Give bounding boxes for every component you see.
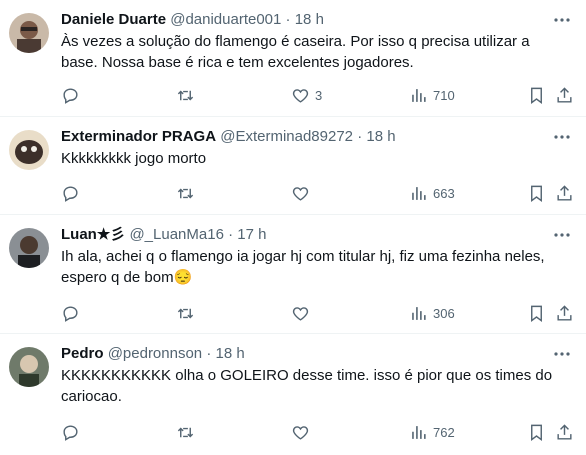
retweet-icon — [177, 188, 194, 198]
like-button[interactable] — [291, 420, 315, 444]
retweet-icon — [177, 427, 194, 437]
reply-button[interactable] — [61, 420, 80, 444]
reply-icon — [63, 87, 78, 104]
user-handle[interactable]: @pedronnson — [108, 345, 202, 362]
bookmark-button[interactable] — [527, 420, 546, 444]
separator-dot: · — [228, 226, 234, 243]
reply-button[interactable] — [61, 301, 80, 325]
tweet-text: Kkkkkkkkk jogo morto — [61, 150, 207, 167]
display-name[interactable]: Exterminador PRAGA — [61, 128, 216, 145]
bookmark-button[interactable] — [527, 181, 546, 205]
share-icon — [557, 184, 572, 201]
share-button[interactable] — [555, 420, 574, 444]
reply-icon — [63, 305, 78, 322]
bookmark-icon — [531, 305, 542, 322]
more-icon[interactable] — [552, 344, 572, 364]
avatar[interactable] — [9, 13, 49, 53]
timestamp[interactable]: 18 h — [366, 128, 395, 145]
retweet-icon — [177, 308, 194, 318]
heart-icon — [292, 88, 309, 103]
share-icon — [557, 304, 572, 321]
display-name[interactable]: Daniele Duarte — [61, 11, 166, 28]
heart-icon — [292, 306, 309, 321]
retweet-button[interactable] — [176, 301, 195, 325]
avatar[interactable] — [9, 347, 49, 387]
action-bar: 762 — [61, 420, 572, 444]
avatar[interactable] — [9, 228, 49, 268]
reply-button[interactable] — [61, 83, 80, 107]
share-icon — [557, 423, 572, 440]
separator-dot: · — [285, 11, 291, 28]
tweet-text: KKKKKKKKKKK olha o GOLEIRO desse time. i… — [61, 367, 553, 405]
action-bar: 663 — [61, 181, 572, 205]
like-button[interactable] — [291, 181, 315, 205]
tweet-header: Exterminador PRAGA @Exterminad89272 · 18… — [61, 127, 546, 147]
reply-button[interactable] — [61, 181, 80, 205]
reply-icon — [63, 185, 78, 202]
tweet-text: Ih ala, achei q o flamengo ia jogar hj c… — [61, 248, 545, 286]
like-button[interactable] — [291, 301, 315, 325]
user-handle[interactable]: @Exterminad89272 — [220, 128, 353, 145]
views-icon — [412, 88, 426, 102]
separator-dot: · — [357, 128, 363, 145]
action-bar: 3 710 — [61, 83, 572, 107]
display-name[interactable]: Pedro — [61, 345, 104, 362]
views-count: 306 — [433, 305, 455, 321]
like-button[interactable]: 3 — [291, 83, 322, 107]
views-button[interactable]: 663 — [409, 181, 455, 205]
action-bar: 306 — [61, 301, 572, 325]
views-icon — [412, 306, 426, 320]
tweet-text: Às vezes a solução do flamengo é caseira… — [61, 33, 530, 71]
tweet[interactable]: Exterminador PRAGA @Exterminad89272 · 18… — [0, 117, 586, 215]
bookmark-icon — [531, 87, 542, 104]
more-icon[interactable] — [552, 127, 572, 147]
tweet[interactable]: Daniele Duarte @daniduarte001 · 18 h Às … — [0, 0, 586, 117]
share-button[interactable] — [555, 301, 574, 325]
share-icon — [557, 86, 572, 103]
bookmark-icon — [531, 424, 542, 441]
user-handle[interactable]: @daniduarte001 — [170, 11, 281, 28]
share-button[interactable] — [555, 181, 574, 205]
more-icon[interactable] — [552, 10, 572, 30]
views-button[interactable]: 762 — [409, 420, 455, 444]
views-icon — [412, 425, 426, 439]
tweet[interactable]: Luan★彡 @_LuanMa16 · 17 h Ih ala, achei q… — [0, 215, 586, 334]
retweet-icon — [177, 90, 194, 100]
share-button[interactable] — [555, 83, 574, 107]
views-button[interactable]: 306 — [409, 301, 455, 325]
timestamp[interactable]: 18 h — [216, 345, 245, 362]
views-count: 762 — [433, 424, 455, 440]
bookmark-icon — [531, 185, 542, 202]
tweet[interactable]: Pedro @pedronnson · 18 h KKKKKKKKKKK olh… — [0, 334, 586, 455]
timestamp[interactable]: 18 h — [295, 11, 324, 28]
tweet-header: Daniele Duarte @daniduarte001 · 18 h — [61, 10, 546, 30]
more-icon[interactable] — [552, 225, 572, 245]
retweet-button[interactable] — [176, 83, 195, 107]
views-count: 710 — [433, 87, 455, 103]
views-count: 663 — [433, 185, 455, 201]
views-icon — [412, 186, 426, 200]
heart-icon — [292, 425, 309, 440]
retweet-button[interactable] — [176, 420, 195, 444]
retweet-button[interactable] — [176, 181, 195, 205]
views-button[interactable]: 710 — [409, 83, 455, 107]
reply-icon — [63, 424, 78, 441]
bookmark-button[interactable] — [527, 83, 546, 107]
user-handle[interactable]: @_LuanMa16 — [129, 226, 223, 243]
tweet-header: Luan★彡 @_LuanMa16 · 17 h — [61, 225, 546, 245]
reply-feed: Daniele Duarte @daniduarte001 · 18 h Às … — [0, 0, 586, 455]
heart-icon — [292, 186, 309, 201]
separator-dot: · — [206, 345, 212, 362]
avatar[interactable] — [9, 130, 49, 170]
display-name[interactable]: Luan★彡 — [61, 226, 125, 243]
bookmark-button[interactable] — [527, 301, 546, 325]
timestamp[interactable]: 17 h — [237, 226, 266, 243]
tweet-header: Pedro @pedronnson · 18 h — [61, 344, 546, 364]
like-count: 3 — [315, 87, 323, 103]
